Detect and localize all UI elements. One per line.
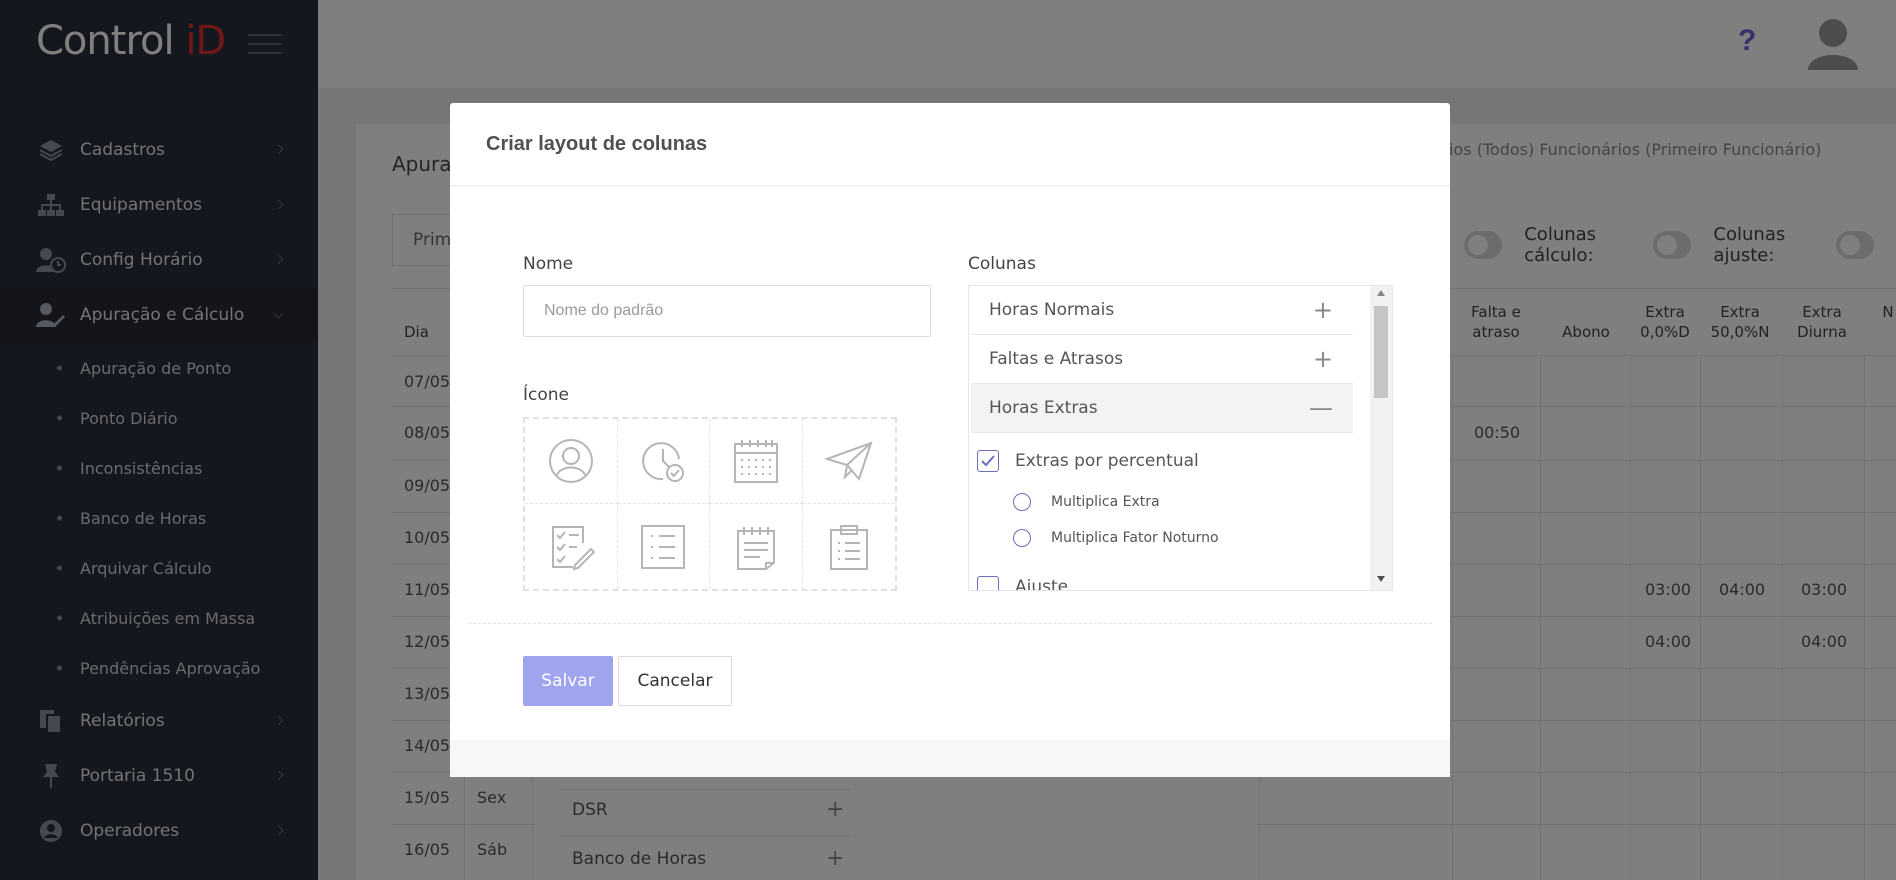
user-circle-icon[interactable] bbox=[525, 419, 618, 504]
checkbox-extras-percentual[interactable]: Extras por percentual bbox=[977, 450, 1199, 472]
plus-icon[interactable]: + bbox=[1313, 345, 1333, 373]
checkbox-ajuste[interactable]: Ajuste bbox=[977, 576, 1069, 591]
icon-picker bbox=[523, 417, 897, 591]
column-group-label: Faltas e Atrasos bbox=[989, 349, 1124, 369]
paper-plane-icon[interactable] bbox=[802, 419, 895, 504]
checkbox-label: Extras por percentual bbox=[1015, 451, 1199, 471]
scroll-up-arrow-icon[interactable] bbox=[1377, 290, 1385, 296]
checkbox-label: Ajuste bbox=[1015, 577, 1069, 591]
minus-icon[interactable]: — bbox=[1309, 394, 1333, 422]
modal-header: Criar layout de colunas bbox=[450, 103, 1450, 186]
notepad-icon[interactable] bbox=[710, 504, 803, 589]
radio-button[interactable] bbox=[1013, 493, 1031, 511]
checkbox-checked-icon[interactable] bbox=[977, 450, 999, 472]
save-button[interactable]: Salvar bbox=[523, 656, 613, 706]
column-group-label: Horas Normais bbox=[989, 300, 1115, 320]
checkbox-unchecked-icon[interactable] bbox=[977, 576, 999, 590]
option-multiplica-extra[interactable]: Multiplica Extra bbox=[1013, 493, 1160, 511]
list-icon[interactable] bbox=[618, 504, 710, 589]
modal-footer bbox=[450, 740, 1450, 777]
option-label: Multiplica Extra bbox=[1051, 494, 1160, 510]
column-group-faltas-atrasos[interactable]: Faltas e Atrasos + bbox=[971, 335, 1353, 384]
plus-icon[interactable]: + bbox=[1313, 296, 1333, 324]
column-group-horas-normais[interactable]: Horas Normais + bbox=[971, 286, 1353, 335]
checklist-edit-icon[interactable] bbox=[525, 504, 618, 589]
scrollbar-thumb[interactable] bbox=[1374, 306, 1388, 398]
columns-label: Colunas bbox=[968, 254, 1036, 274]
modal-divider bbox=[468, 623, 1432, 624]
create-column-layout-modal: Criar layout de colunas Nome Ícone Colun… bbox=[450, 103, 1450, 777]
scroll-down-arrow-icon[interactable] bbox=[1377, 576, 1385, 582]
column-group-horas-extras[interactable]: Horas Extras — bbox=[971, 384, 1353, 433]
modal-title: Criar layout de colunas bbox=[486, 133, 708, 155]
option-label: Multiplica Fator Noturno bbox=[1051, 530, 1219, 546]
name-input[interactable] bbox=[523, 285, 931, 337]
columns-scrollbar[interactable] bbox=[1370, 286, 1392, 590]
radio-button[interactable] bbox=[1013, 529, 1031, 547]
clipboard-icon[interactable] bbox=[803, 504, 896, 589]
option-multiplica-fator-noturno[interactable]: Multiplica Fator Noturno bbox=[1013, 529, 1219, 547]
icon-label: Ícone bbox=[523, 385, 569, 405]
name-label: Nome bbox=[523, 254, 574, 274]
clock-check-icon[interactable] bbox=[617, 419, 710, 504]
calendar-icon[interactable] bbox=[710, 419, 803, 504]
columns-list[interactable]: Horas Normais + Faltas e Atrasos + Horas… bbox=[968, 285, 1393, 591]
column-group-label: Horas Extras bbox=[989, 398, 1098, 418]
cancel-button[interactable]: Cancelar bbox=[618, 656, 732, 706]
